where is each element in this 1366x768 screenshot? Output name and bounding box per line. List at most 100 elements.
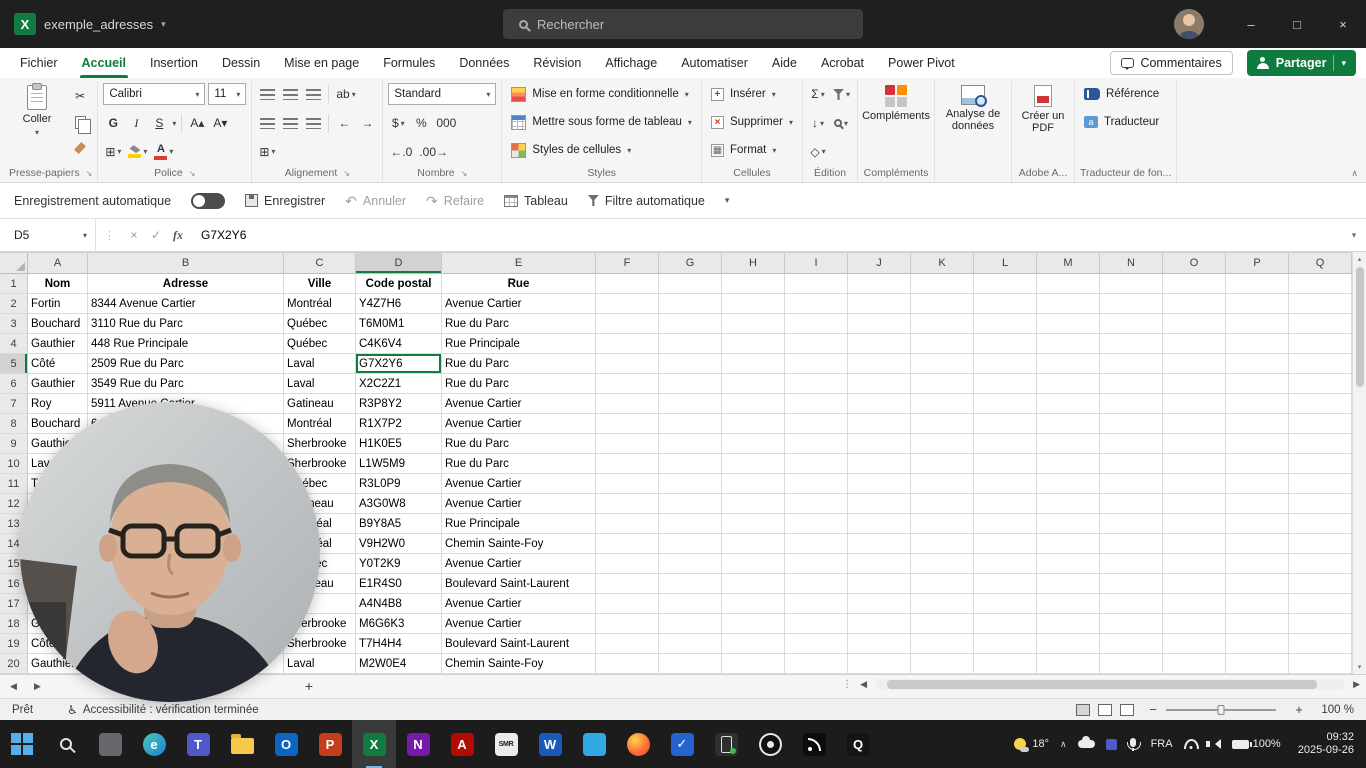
conditional-formatting-button[interactable]: Mise en forme conditionnelle▾ (507, 81, 692, 107)
cell-L6[interactable] (974, 374, 1037, 394)
task-view[interactable] (88, 720, 132, 768)
cell-H18[interactable] (722, 614, 785, 634)
column-header-C[interactable]: C (284, 253, 356, 274)
cell-Q6[interactable] (1289, 374, 1352, 394)
cell-F17[interactable] (596, 594, 659, 614)
cell-D13[interactable]: B9Y8A5 (356, 514, 442, 534)
format-painter-button[interactable] (70, 137, 90, 159)
cell-P11[interactable] (1226, 474, 1289, 494)
cell-H1[interactable] (722, 274, 785, 294)
cell-O20[interactable] (1163, 654, 1226, 674)
cell-D11[interactable]: R3L0P9 (356, 474, 442, 494)
cell-C3[interactable]: Québec (284, 314, 356, 334)
cell-E13[interactable]: Rue Principale (442, 514, 596, 534)
row-header-8[interactable]: 8 (0, 414, 28, 434)
cell-M3[interactable] (1037, 314, 1100, 334)
cell-J20[interactable] (848, 654, 911, 674)
cell-O5[interactable] (1163, 354, 1226, 374)
cell-I17[interactable] (785, 594, 848, 614)
cell-H16[interactable] (722, 574, 785, 594)
cell-L5[interactable] (974, 354, 1037, 374)
cell-B6[interactable]: 3549 Rue du Parc (88, 374, 284, 394)
cell-M14[interactable] (1037, 534, 1100, 554)
column-header-O[interactable]: O (1163, 253, 1226, 274)
delete-cells-button[interactable]: ×Supprimer▾ (707, 109, 797, 135)
row-header-3[interactable]: 3 (0, 314, 28, 334)
cell-K10[interactable] (911, 454, 974, 474)
cell-I3[interactable] (785, 314, 848, 334)
close-button[interactable]: × (1320, 0, 1366, 48)
splitter-handle[interactable]: ⋮ (842, 679, 852, 690)
cell-G5[interactable] (659, 354, 722, 374)
podcast-app[interactable] (792, 720, 836, 768)
cell-K7[interactable] (911, 394, 974, 414)
cell-H14[interactable] (722, 534, 785, 554)
cell-I9[interactable] (785, 434, 848, 454)
cell-Q17[interactable] (1289, 594, 1352, 614)
column-header-N[interactable]: N (1100, 253, 1163, 274)
column-header-I[interactable]: I (785, 253, 848, 274)
cell-K8[interactable] (911, 414, 974, 434)
cell-Q15[interactable] (1289, 554, 1352, 574)
percent-format-button[interactable]: % (411, 112, 431, 134)
cell-P7[interactable] (1226, 394, 1289, 414)
cell-N12[interactable] (1100, 494, 1163, 514)
cell-K4[interactable] (911, 334, 974, 354)
maximize-button[interactable]: □ (1274, 0, 1320, 48)
cell-K6[interactable] (911, 374, 974, 394)
cell-L19[interactable] (974, 634, 1037, 654)
cell-F5[interactable] (596, 354, 659, 374)
cell-J5[interactable] (848, 354, 911, 374)
cell-D20[interactable]: M2W0E4 (356, 654, 442, 674)
previous-sheet-button[interactable]: ◀ (10, 681, 17, 692)
align-middle-button[interactable] (280, 83, 300, 105)
row-header-1[interactable]: 1 (0, 274, 28, 294)
cell-E5[interactable]: Rue du Parc (442, 354, 596, 374)
cell-C4[interactable]: Québec (284, 334, 356, 354)
cell-C8[interactable]: Montréal (284, 414, 356, 434)
cell-G1[interactable] (659, 274, 722, 294)
view-normal-button[interactable] (1076, 704, 1090, 716)
cell-Q18[interactable] (1289, 614, 1352, 634)
cell-H17[interactable] (722, 594, 785, 614)
autosave-toggle[interactable] (191, 193, 225, 209)
onedrive-icon[interactable] (1078, 740, 1095, 748)
cell-K16[interactable] (911, 574, 974, 594)
cell-K18[interactable] (911, 614, 974, 634)
cell-G3[interactable] (659, 314, 722, 334)
cell-Q11[interactable] (1289, 474, 1352, 494)
cell-O1[interactable] (1163, 274, 1226, 294)
cell-A5[interactable]: Côté (28, 354, 88, 374)
cell-Q12[interactable] (1289, 494, 1352, 514)
ribbon-tab-mise-en-page[interactable]: Mise en page (272, 48, 371, 78)
cell-O18[interactable] (1163, 614, 1226, 634)
q-app[interactable]: Q (836, 720, 880, 768)
cell-P1[interactable] (1226, 274, 1289, 294)
cell-N11[interactable] (1100, 474, 1163, 494)
cell-E6[interactable]: Rue du Parc (442, 374, 596, 394)
cell-J3[interactable] (848, 314, 911, 334)
cell-M20[interactable] (1037, 654, 1100, 674)
cell-F9[interactable] (596, 434, 659, 454)
row-header-17[interactable]: 17 (0, 594, 28, 614)
cell-J17[interactable] (848, 594, 911, 614)
cell-K15[interactable] (911, 554, 974, 574)
cell-M6[interactable] (1037, 374, 1100, 394)
row-header-20[interactable]: 20 (0, 654, 28, 674)
document-menu-chevron-icon[interactable]: ▾ (161, 19, 166, 30)
cell-D5[interactable]: G7X2Y6 (356, 354, 442, 374)
cell-L15[interactable] (974, 554, 1037, 574)
font-family-select[interactable]: Calibri▾ (103, 83, 205, 105)
language-indicator[interactable]: FRA (1151, 738, 1173, 750)
cell-I8[interactable] (785, 414, 848, 434)
cell-G12[interactable] (659, 494, 722, 514)
smr-app[interactable]: SMR (484, 720, 528, 768)
cell-N17[interactable] (1100, 594, 1163, 614)
cell-styles-button[interactable]: Styles de cellules▾ (507, 137, 635, 163)
cell-A7[interactable]: Roy (28, 394, 88, 414)
cell-K17[interactable] (911, 594, 974, 614)
cell-Q9[interactable] (1289, 434, 1352, 454)
microphone-icon[interactable] (1130, 738, 1136, 747)
cell-O4[interactable] (1163, 334, 1226, 354)
borders-button[interactable]: ⊞▾ (103, 141, 123, 163)
